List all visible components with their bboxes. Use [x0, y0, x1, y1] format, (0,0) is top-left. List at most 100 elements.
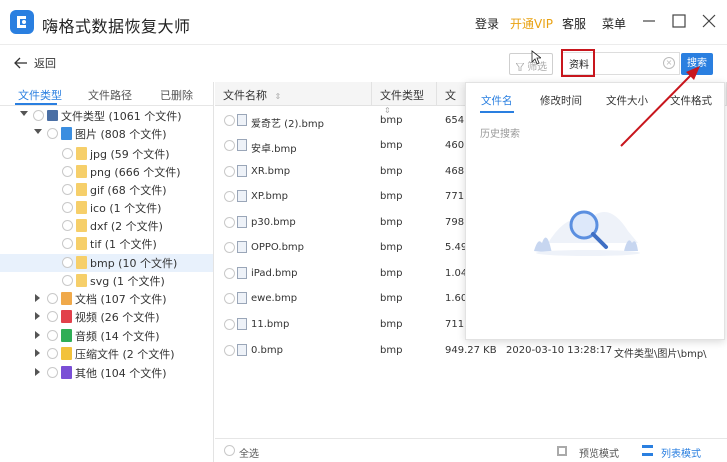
- app-logo-icon: [10, 10, 34, 34]
- maximize-icon[interactable]: [670, 12, 688, 30]
- tab-file-format[interactable]: 文件格式: [670, 93, 712, 108]
- checkbox[interactable]: [224, 140, 235, 151]
- checkbox[interactable]: [224, 293, 235, 304]
- caret-right-icon[interactable]: [35, 294, 40, 302]
- folder-icon: [76, 237, 87, 250]
- tab-modified-time[interactable]: 修改时间: [540, 93, 582, 108]
- tree-item-png[interactable]: png (666 个文件): [0, 163, 213, 181]
- tree-item-video[interactable]: 视频 (26 个文件): [0, 308, 213, 326]
- column-header-type[interactable]: 文件类型 ⇕: [372, 82, 437, 115]
- bmp-file-icon: [237, 241, 247, 253]
- clear-search-icon[interactable]: ×: [663, 57, 675, 69]
- tab-deleted[interactable]: 已删除: [160, 87, 193, 103]
- checkbox[interactable]: [224, 217, 235, 228]
- file-size: 949.27 KB: [445, 345, 497, 356]
- folder-icon: [76, 256, 87, 269]
- tree-item-documents[interactable]: 文档 (107 个文件): [0, 290, 213, 308]
- checkbox[interactable]: [47, 348, 58, 359]
- bmp-file-icon: [237, 344, 247, 356]
- app-title: 嗨格式数据恢复大师: [42, 17, 191, 36]
- checkbox[interactable]: [224, 191, 235, 202]
- checkbox[interactable]: [47, 330, 58, 341]
- select-all-checkbox[interactable]: [224, 445, 235, 456]
- tree-item-ico[interactable]: ico (1 个文件): [0, 199, 213, 217]
- checkbox[interactable]: [47, 311, 58, 322]
- tree-item-tif[interactable]: tif (1 个文件): [0, 235, 213, 253]
- column-header-name[interactable]: 文件名称 ⇕: [215, 82, 372, 106]
- tree-label: 压缩文件 (2 个文件): [75, 348, 175, 361]
- file-name: ewe.bmp: [251, 293, 298, 304]
- tree-item-svg[interactable]: svg (1 个文件): [0, 272, 213, 290]
- checkbox[interactable]: [62, 238, 73, 249]
- checkbox[interactable]: [62, 202, 73, 213]
- caret-down-icon[interactable]: [20, 111, 28, 116]
- checkbox[interactable]: [224, 268, 235, 279]
- checkbox[interactable]: [224, 166, 235, 177]
- folder-icon: [76, 219, 87, 232]
- close-icon[interactable]: [700, 12, 718, 30]
- checkbox[interactable]: [62, 257, 73, 268]
- checkbox[interactable]: [62, 148, 73, 159]
- tree-label: ico (1 个文件): [90, 202, 162, 215]
- minimize-icon[interactable]: [640, 12, 658, 30]
- service-link[interactable]: 客服: [562, 15, 586, 32]
- tree-label: dxf (2 个文件): [90, 220, 163, 233]
- caret-down-icon[interactable]: [34, 129, 42, 134]
- tree-item-gif[interactable]: gif (68 个文件): [0, 181, 213, 199]
- list-mode-button[interactable]: 列表模式: [661, 445, 701, 460]
- select-all-label[interactable]: 全选: [239, 445, 259, 460]
- tree-item-all[interactable]: 文件类型 (1061 个文件): [0, 107, 213, 125]
- grid-view-icon[interactable]: [557, 446, 567, 456]
- sort-icon[interactable]: ⇕: [275, 92, 282, 101]
- tree-item-jpg[interactable]: jpg (59 个文件): [0, 145, 213, 163]
- tree-label: gif (68 个文件): [90, 184, 167, 197]
- checkbox[interactable]: [33, 110, 44, 121]
- tab-file-path[interactable]: 文件路径: [88, 87, 132, 103]
- checkbox[interactable]: [224, 242, 235, 253]
- checkbox[interactable]: [47, 367, 58, 378]
- caret-right-icon[interactable]: [35, 368, 40, 376]
- checkbox[interactable]: [47, 293, 58, 304]
- tab-file-type[interactable]: 文件类型: [18, 87, 62, 103]
- file-name: XR.bmp: [251, 166, 291, 177]
- checkbox[interactable]: [62, 166, 73, 177]
- preview-mode-button[interactable]: 预览模式: [579, 445, 619, 460]
- checkbox[interactable]: [224, 115, 235, 126]
- tree-item-bmp[interactable]: bmp (10 个文件): [0, 254, 213, 272]
- checkbox[interactable]: [47, 128, 58, 139]
- caret-right-icon[interactable]: [35, 312, 40, 320]
- tree-label: 音频 (14 个文件): [75, 330, 160, 343]
- tree-item-dxf[interactable]: dxf (2 个文件): [0, 217, 213, 235]
- menu-link[interactable]: 菜单: [602, 15, 626, 32]
- tree-label: 图片 (808 个文件): [75, 128, 167, 141]
- file-type: bmp: [380, 293, 403, 304]
- image-folder-icon: [61, 127, 72, 140]
- active-tab-indicator: [15, 103, 57, 105]
- list-view-icon[interactable]: [642, 445, 653, 456]
- file-name: iPad.bmp: [251, 268, 298, 279]
- tree-item-archives[interactable]: 压缩文件 (2 个文件): [0, 345, 213, 363]
- mouse-cursor-icon: [531, 50, 541, 65]
- tree-item-other[interactable]: 其他 (104 个文件): [0, 364, 213, 382]
- tree-label: 视频 (26 个文件): [75, 311, 160, 324]
- caret-right-icon[interactable]: [35, 349, 40, 357]
- tree-item-images[interactable]: 图片 (808 个文件): [0, 125, 213, 143]
- login-link[interactable]: 登录: [475, 15, 499, 32]
- file-name: p30.bmp: [251, 217, 296, 228]
- checkbox[interactable]: [62, 184, 73, 195]
- tab-file-name[interactable]: 文件名: [481, 93, 513, 108]
- tree-item-audio[interactable]: 音频 (14 个文件): [0, 327, 213, 345]
- tab-file-size[interactable]: 文件大小: [606, 93, 648, 108]
- caret-right-icon[interactable]: [35, 331, 40, 339]
- archive-icon: [61, 347, 72, 360]
- checkbox[interactable]: [224, 345, 235, 356]
- bmp-file-icon: [237, 318, 247, 330]
- file-size: 798.: [445, 217, 468, 228]
- back-button[interactable]: 返回: [14, 55, 56, 71]
- checkbox[interactable]: [62, 220, 73, 231]
- search-button[interactable]: 搜索: [681, 53, 713, 75]
- checkbox[interactable]: [224, 319, 235, 330]
- vip-link[interactable]: 开通VIP: [510, 15, 553, 32]
- checkbox[interactable]: [62, 275, 73, 286]
- table-row[interactable]: 0.bmp bmp 949.27 KB 2020-03-10 13:28:17 …: [215, 338, 727, 363]
